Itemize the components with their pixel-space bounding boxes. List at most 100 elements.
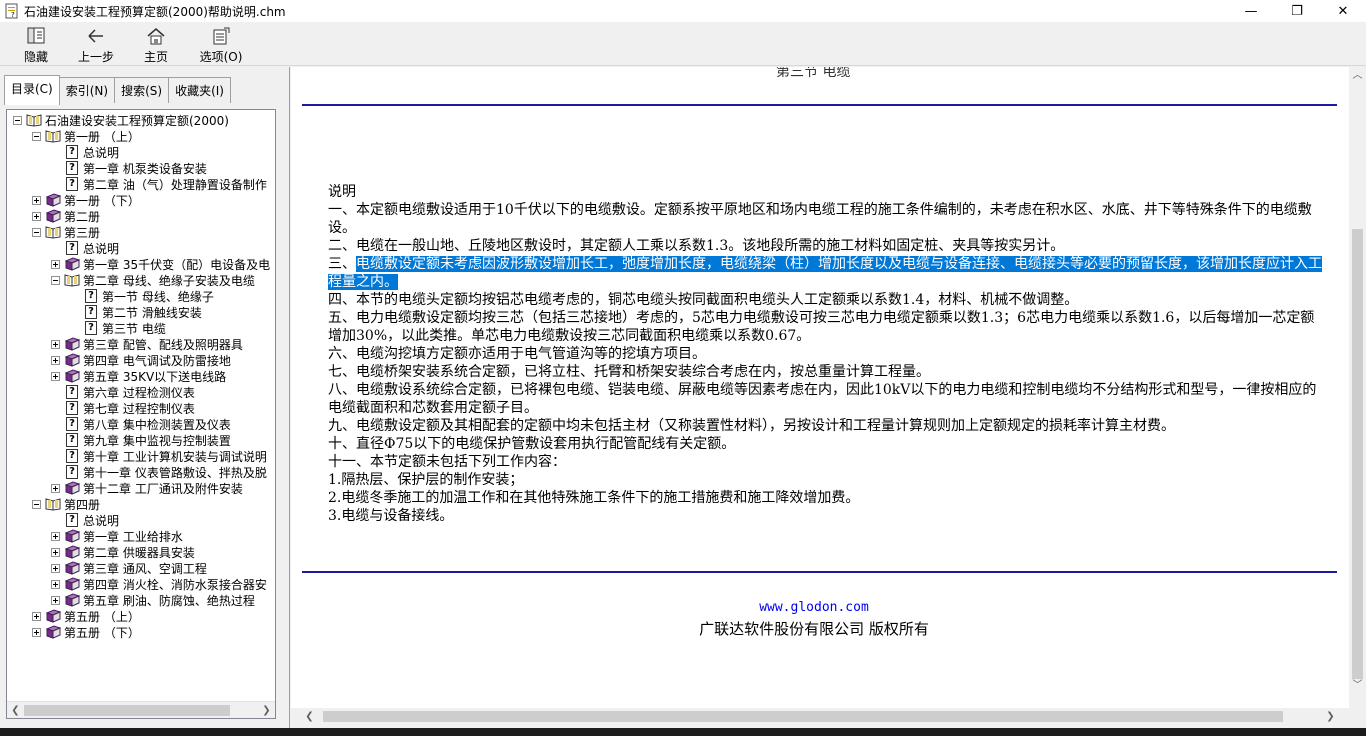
book-closed-icon [64, 257, 80, 271]
tree-item-label: 第四章 消火栓、消防水泵接合器安 [83, 577, 267, 592]
tree-item[interactable]: 第二册 [32, 208, 100, 224]
tree-item[interactable]: 第一册 （上） [32, 128, 140, 144]
minimize-button[interactable]: — [1228, 0, 1274, 22]
tree-item[interactable]: ? 第十一章 仪表管路敷设、拌热及脱 [51, 464, 267, 480]
footer-link[interactable]: www.glodon.com [291, 600, 1337, 615]
tree-item[interactable]: ? 总说明 [51, 144, 119, 160]
help-page-icon: ? [85, 305, 97, 319]
tree-item[interactable]: ? 第一章 机泵类设备安装 [51, 160, 207, 176]
window-title: 石油建设安装工程预算定额(2000)帮助说明.chm [24, 4, 286, 19]
hide-pane-icon [27, 27, 45, 44]
tree-item[interactable]: 第五章 35KV以下送电线路 [51, 368, 226, 384]
back-button[interactable]: 上一步 [66, 22, 126, 66]
close-button[interactable]: ✕ [1320, 0, 1366, 22]
collapse-minus-icon[interactable] [32, 131, 41, 141]
scroll-down-icon[interactable]: ﹀ [1349, 677, 1366, 694]
tree-item-label: 第二章 母线、绝缘子安装及电缆 [83, 273, 255, 288]
scroll-up-icon[interactable]: ︿ [1349, 67, 1366, 84]
tree-item-label: 第五章 35KV以下送电线路 [83, 369, 227, 384]
collapse-minus-icon[interactable] [51, 275, 60, 285]
expand-plus-icon[interactable] [51, 483, 60, 493]
hide-button[interactable]: 隐藏 [6, 22, 66, 66]
tree-item[interactable]: 第三册 [32, 224, 100, 240]
expand-plus-icon[interactable] [51, 579, 60, 589]
expand-plus-icon[interactable] [51, 339, 60, 349]
expand-plus-icon[interactable] [32, 211, 41, 221]
tree-item-label: 第十一章 仪表管路敷设、拌热及脱 [83, 465, 267, 480]
collapse-minus-icon[interactable] [32, 499, 41, 509]
tree-item[interactable]: ? 第九章 集中监视与控制装置 [51, 432, 231, 448]
expand-plus-icon[interactable] [51, 547, 60, 557]
tree-item[interactable]: 第四册 [32, 496, 100, 512]
options-button[interactable]: 选项(O) [186, 22, 256, 66]
expand-plus-icon[interactable] [32, 627, 41, 637]
tree-item[interactable]: ? 第七章 过程控制仪表 [51, 400, 195, 416]
tree-horizontal-scrollbar[interactable]: ❮ ❯ [7, 701, 275, 718]
expand-plus-icon[interactable] [32, 611, 41, 621]
paragraph-11: 十一、本节定额未包括下列工作内容： [328, 454, 566, 470]
content-scroll-left-icon[interactable]: ❮ [301, 708, 318, 725]
tree-item[interactable]: 第二章 母线、绝缘子安装及电缆 [51, 272, 255, 288]
expand-plus-icon[interactable] [51, 531, 60, 541]
collapse-minus-icon[interactable] [13, 115, 22, 125]
tree-item-label: 第一章 35千伏变（配）电设备及电 [83, 257, 271, 272]
expand-plus-icon[interactable] [51, 595, 60, 605]
collapse-minus-icon[interactable] [32, 227, 41, 237]
tab-search[interactable]: 搜索(S) [114, 77, 170, 103]
pane-splitter[interactable] [282, 67, 290, 736]
tree-item[interactable]: 第一册 （下） [32, 192, 140, 208]
tree-item[interactable]: 第十二章 工厂通讯及附件安装 [51, 480, 243, 496]
home-label: 主页 [143, 50, 168, 64]
tree-item[interactable]: ? 第八章 集中检测装置及仪表 [51, 416, 231, 432]
tab-favorites[interactable]: 收藏夹(I) [168, 77, 231, 103]
scroll-right-icon[interactable]: ❯ [258, 702, 275, 718]
tree-item[interactable]: 第五册 （下） [32, 624, 140, 640]
tree-item[interactable]: 第五章 刷油、防腐蚀、绝热过程 [51, 592, 255, 608]
help-page-icon: ? [85, 289, 97, 303]
tree-item[interactable]: 石油建设安装工程预算定额(2000) [13, 112, 229, 128]
content-vscroll-thumb[interactable] [1352, 229, 1363, 679]
scroll-left-icon[interactable]: ❮ [7, 702, 24, 718]
tree-item-label: 第三章 通风、空调工程 [83, 561, 207, 576]
paragraph-10: 十、直径Φ75以下的电缆保护管敷设套用执行配管配线有关定额。 [328, 436, 736, 452]
minimize-icon: — [1244, 3, 1258, 19]
expand-plus-icon[interactable] [51, 259, 60, 269]
expand-plus-icon[interactable] [51, 371, 60, 381]
tree-item[interactable]: ? 第一节 母线、绝缘子 [70, 288, 214, 304]
home-button[interactable]: 主页 [126, 22, 186, 66]
tree-item[interactable]: 第三章 配管、配线及照明器具 [51, 336, 243, 352]
expand-plus-icon[interactable] [51, 355, 60, 365]
content-hscroll-thumb[interactable] [323, 711, 1283, 722]
restore-button[interactable]: ❐ [1274, 0, 1320, 22]
hide-label: 隐藏 [23, 50, 48, 64]
tree-item[interactable]: ? 总说明 [51, 240, 119, 256]
tree-item[interactable]: 第一章 35千伏变（配）电设备及电 [51, 256, 270, 272]
content-horizontal-scrollbar[interactable]: ❮ ❯ [291, 708, 1349, 725]
tree-item[interactable]: 第四章 消火栓、消防水泵接合器安 [51, 576, 267, 592]
tree-item[interactable]: ? 第三节 电缆 [70, 320, 166, 336]
content-scroll-right-icon[interactable]: ❯ [1322, 708, 1339, 725]
tree-item[interactable]: ? 第二章 油（气）处理静置设备制作 [51, 176, 267, 192]
tree-item[interactable]: 第二章 供暖器具安装 [51, 544, 195, 560]
tree-item[interactable]: 第五册 （上） [32, 608, 140, 624]
tree-item[interactable]: 第一章 工业给排水 [51, 528, 183, 544]
paragraph-2: 二、电缆在一般山地、丘陵地区敷设时，其定额人工乘以系数1.3。该地段所需的施工材… [328, 238, 1065, 254]
contents-tree[interactable]: 石油建设安装工程预算定额(2000) 第一册 （上）? 总说明? 第一章 机泵类设备安… [7, 110, 275, 700]
content-vertical-scrollbar[interactable]: ︿ ﹀ [1349, 67, 1366, 717]
tree-item[interactable]: ? 第六章 过程检测仪表 [51, 384, 195, 400]
tab-contents[interactable]: 目录(C) [4, 75, 60, 105]
tree-item[interactable]: ? 总说明 [51, 512, 119, 528]
expand-plus-icon[interactable] [51, 563, 60, 573]
expand-plus-icon[interactable] [32, 195, 41, 205]
help-file-icon: ? [5, 3, 18, 19]
tree-item[interactable]: 第三章 通风、空调工程 [51, 560, 207, 576]
tree-item[interactable]: ? 第二节 滑触线安装 [70, 304, 202, 320]
tree-item[interactable]: ? 第十章 工业计算机安装与调试说明 [51, 448, 267, 464]
tree-item-label: 第一章 机泵类设备安装 [83, 161, 207, 176]
tree-item-label: 第一章 工业给排水 [83, 529, 183, 544]
tree-scroll-thumb[interactable] [24, 705, 230, 716]
topic-heading: 说明 [328, 184, 356, 200]
tree-item[interactable]: 第四章 电气调试及防雷接地 [51, 352, 231, 368]
tab-index[interactable]: 索引(N) [58, 77, 116, 103]
book-closed-icon [64, 529, 80, 543]
